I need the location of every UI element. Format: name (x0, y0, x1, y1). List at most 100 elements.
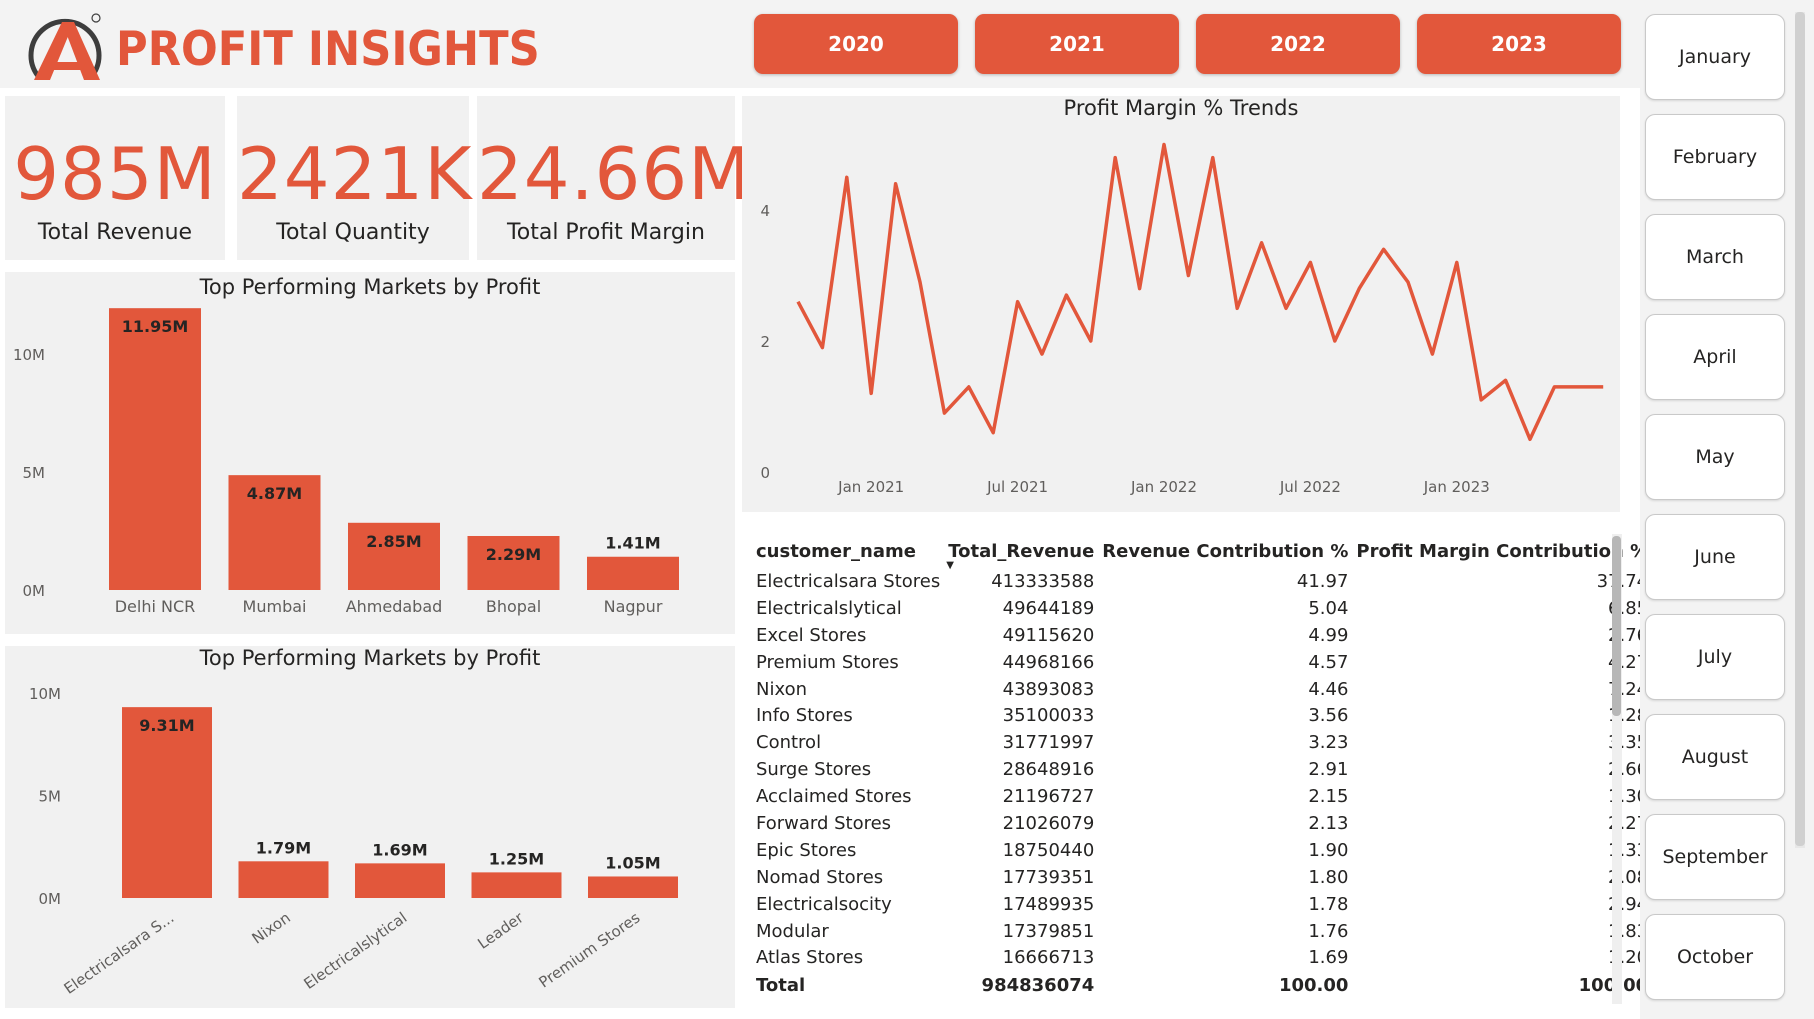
column-header-customer-name[interactable]: customer_name (752, 534, 944, 568)
column-header-label: Total_Revenue (948, 540, 1095, 562)
data-label: 2.85M (366, 532, 421, 551)
month-button-may[interactable]: May (1645, 414, 1785, 500)
cell-total-revenue: 413333588 (991, 570, 1095, 592)
table-scrollbar-thumb[interactable] (1612, 536, 1621, 716)
cell-customer-name: Atlas Stores (756, 947, 864, 969)
table-row[interactable]: Atlas Stores 16666713 1.69 1.20 (752, 944, 1652, 971)
customer-revenue-table-panel: customer_name Total_Revenue ▼ Revenue Co… (742, 524, 1648, 1010)
category-label: Electricalsara S... (61, 909, 178, 998)
y-tick-label: 10M (29, 685, 61, 703)
brand-logo-icon (28, 13, 102, 80)
cell-revenue-contribution: 1.76 (1308, 920, 1349, 942)
month-scrollbar-thumb[interactable] (1795, 12, 1805, 846)
year-button-2021[interactable]: 2021 (975, 14, 1179, 74)
bar (471, 872, 562, 898)
kpi-card-total-profit-margin: 24.66M Total Profit Margin (477, 96, 750, 260)
cell-profit-margin-contribution: 2.08 (1608, 866, 1649, 888)
cell-total-revenue: 17379851 (1002, 920, 1095, 942)
column-header-profit-margin-contribution[interactable]: Profit Margin Contribution % (1352, 534, 1652, 568)
table-row[interactable]: Nixon 43893083 4.46 7.24 (752, 676, 1652, 703)
year-button-2023[interactable]: 2023 (1417, 14, 1621, 74)
category-label: Nagpur (604, 597, 663, 616)
cell-customer-name: Surge Stores (756, 759, 872, 781)
cell-customer-name: Forward Stores (756, 812, 892, 834)
cell-profit-margin-contribution: 37.74 (1596, 570, 1649, 592)
table-row[interactable]: Control 31771997 3.23 3.35 (752, 729, 1652, 756)
cell-profit-margin-contribution: 3.35 (1608, 732, 1649, 754)
y-tick-label: 4 (760, 202, 770, 220)
data-label: 1.69M (372, 840, 427, 859)
brand-title: PROFIT INSIGHTS (116, 22, 540, 77)
column-header-revenue-contribution[interactable]: Revenue Contribution % (1098, 534, 1352, 568)
kpi-label: Total Profit Margin (507, 220, 705, 245)
month-button-october[interactable]: October (1645, 914, 1785, 1000)
table-row[interactable]: Forward Stores 21026079 2.13 2.27 (752, 810, 1652, 837)
cell-total-revenue: 35100033 (1002, 705, 1095, 727)
cell-revenue-contribution: 5.04 (1308, 597, 1349, 619)
data-label: 1.79M (256, 838, 311, 857)
month-button-august[interactable]: August (1645, 714, 1785, 800)
data-label: 11.95M (122, 317, 189, 336)
cell-revenue-contribution: 1.80 (1308, 866, 1349, 888)
month-button-january[interactable]: January (1645, 14, 1785, 100)
table-row[interactable]: Excel Stores 49115620 4.99 2.76 (752, 622, 1652, 649)
cell-total-revenue: 17489935 (1002, 893, 1095, 915)
table-row[interactable]: Premium Stores 44968166 4.57 4.27 (752, 649, 1652, 676)
category-label: Nixon (249, 909, 294, 948)
month-button-june[interactable]: June (1645, 514, 1785, 600)
cell-profit-margin-contribution: 4.27 (1608, 651, 1649, 673)
category-label: Mumbai (243, 597, 307, 616)
sort-descending-icon[interactable]: ▼ (946, 560, 954, 571)
month-button-april[interactable]: April (1645, 314, 1785, 400)
month-button-september[interactable]: September (1645, 814, 1785, 900)
cell-total-revenue: 49115620 (1002, 624, 1095, 646)
x-tick-label: Jan 2023 (1423, 478, 1490, 496)
cell-revenue-contribution: 2.91 (1308, 759, 1349, 781)
cell-total-revenue: 49644189 (1002, 597, 1095, 619)
month-button-july[interactable]: July (1645, 614, 1785, 700)
x-tick-label: Jan 2022 (1130, 478, 1197, 496)
table-row[interactable]: Electricalslytical 49644189 5.04 6.85 (752, 595, 1652, 622)
kpi-label: Total Revenue (37, 220, 193, 245)
month-button-march[interactable]: March (1645, 214, 1785, 300)
cell-revenue-contribution: 1.69 (1308, 947, 1349, 969)
year-button-2022[interactable]: 2022 (1196, 14, 1400, 74)
year-button-2020[interactable]: 2020 (754, 14, 958, 74)
kpi-value: 985M (13, 132, 217, 216)
cell-total-revenue: 16666713 (1002, 947, 1095, 969)
total-cell: 100.00 (1278, 974, 1349, 996)
month-button-february[interactable]: February (1645, 114, 1785, 200)
bar (355, 863, 445, 898)
cell-customer-name: Control (756, 732, 822, 754)
cell-total-revenue: 21026079 (1002, 812, 1095, 834)
x-tick-label: Jul 2021 (986, 478, 1048, 496)
data-label: 4.87M (247, 484, 302, 503)
cell-profit-margin-contribution: 1.33 (1608, 839, 1649, 861)
table-row[interactable]: Electricalsocity 17489935 1.78 2.94 (752, 891, 1652, 918)
table-row[interactable]: Modular 17379851 1.76 1.83 (752, 918, 1652, 945)
cell-profit-margin-contribution: 1.28 (1608, 705, 1649, 727)
table-header-row: customer_name Total_Revenue ▼ Revenue Co… (752, 534, 1652, 572)
bar (587, 556, 679, 590)
table-row[interactable]: Surge Stores 28648916 2.91 2.66 (752, 756, 1652, 783)
cell-total-revenue: 28648916 (1002, 759, 1095, 781)
customers-profit-bar-chart: 0M 5M 10M 9.31M Electricalsara S... 1.79M Nixo… (29, 685, 678, 998)
cell-total-revenue: 31771997 (1002, 732, 1095, 754)
table-row[interactable]: Info Stores 35100033 3.56 1.28 (752, 702, 1652, 729)
table-row[interactable]: Nomad Stores 17739351 1.80 2.08 (752, 864, 1652, 891)
cell-revenue-contribution: 4.46 (1308, 678, 1349, 700)
cell-total-revenue: 21196727 (1002, 786, 1095, 808)
cell-customer-name: Nomad Stores (756, 866, 884, 888)
table-row[interactable]: Acclaimed Stores 21196727 2.15 1.30 (752, 783, 1652, 810)
y-tick-label: 0M (23, 582, 46, 600)
table-row[interactable]: Electricalsara Stores 413333588 41.97 37.74 (752, 568, 1652, 595)
data-label: 1.05M (605, 853, 660, 872)
column-header-total-revenue[interactable]: Total_Revenue ▼ (944, 534, 1098, 572)
data-label: 2.29M (486, 545, 541, 564)
y-tick-label: 5M (23, 464, 46, 482)
table-total-row: Total 984836074 100.00100.00 (752, 971, 1652, 999)
cell-profit-margin-contribution: 1.83 (1608, 920, 1649, 942)
data-label: 9.31M (139, 716, 194, 735)
cell-profit-margin-contribution: 2.66 (1608, 759, 1649, 781)
table-row[interactable]: Epic Stores 18750440 1.90 1.33 (752, 837, 1652, 864)
